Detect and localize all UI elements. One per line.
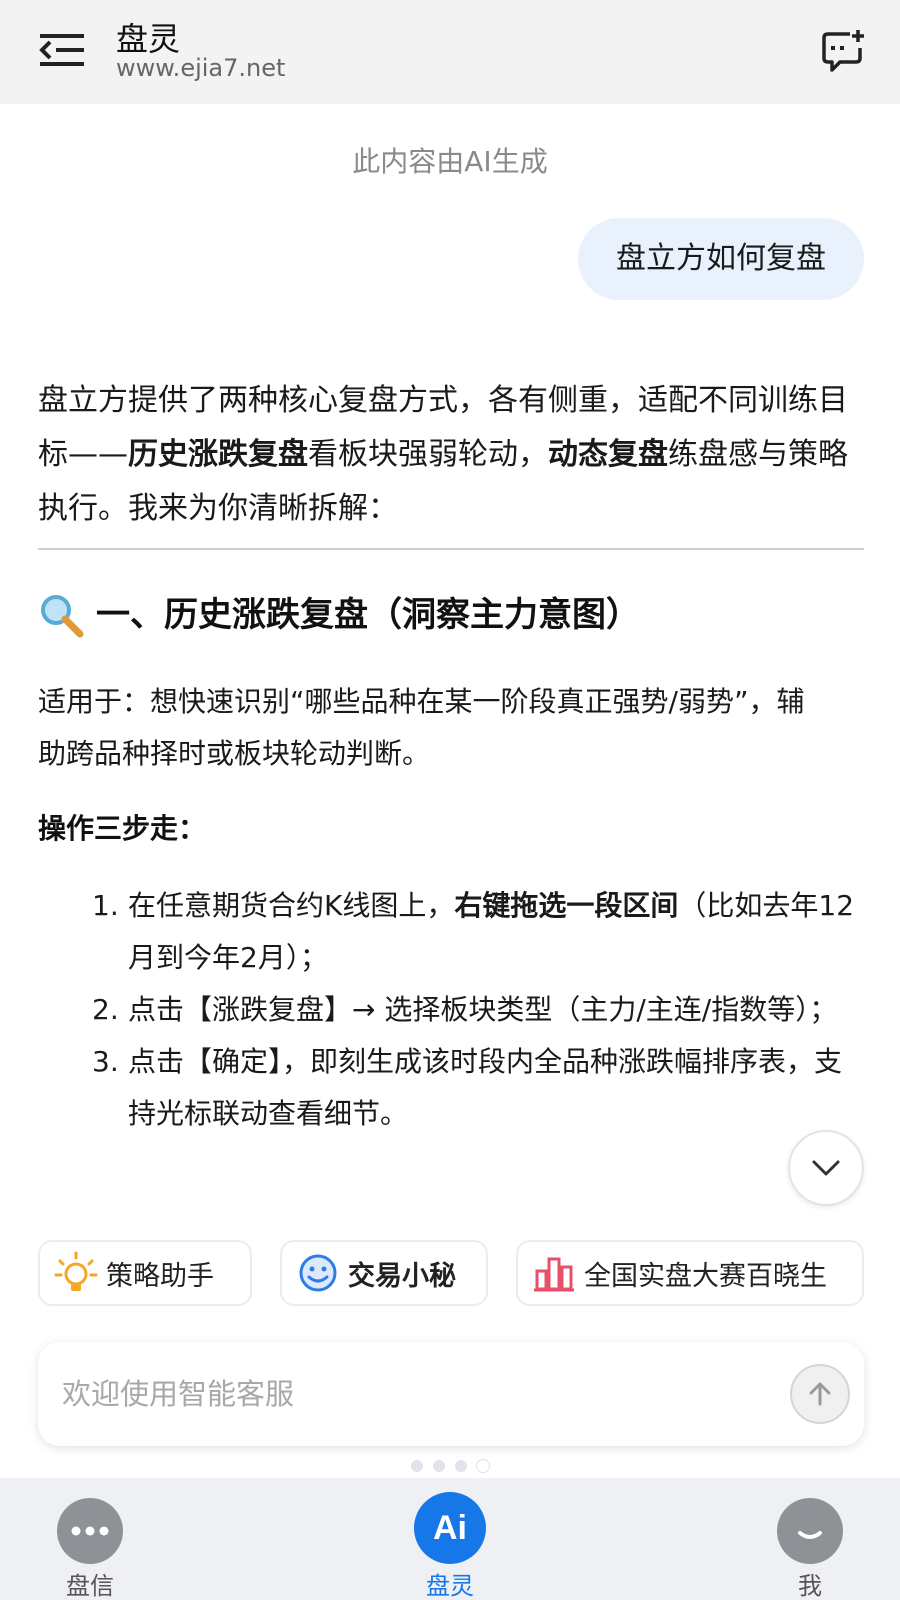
steps-list: 1. 在任意期货合约K线图上，右键拖选一段区间（比如去年12月到今年2月）； 2… (92, 880, 862, 1140)
page-indicator (0, 1460, 900, 1472)
magnifier-icon (41, 595, 84, 638)
intro-text-2: 看板块强弱轮动， (308, 437, 548, 472)
step-number: 1. (92, 889, 119, 922)
page-dot (433, 1460, 445, 1472)
bottom-nav: 盘信 Ai 盘灵 我 (0, 1478, 900, 1600)
menu-collapse-icon[interactable] (38, 28, 86, 72)
intro-bold-1: 历史涨跌复盘 (128, 437, 308, 472)
step-text-pre: 在任意期货合约K线图上， (128, 889, 455, 922)
answer-intro: 盘立方提供了两种核心复盘方式，各有侧重，适配不同训练目标——历史涨跌复盘看板块强… (38, 374, 866, 536)
chevron-down-icon (812, 1160, 840, 1176)
chip-label: 全国实盘大赛百晓生 (584, 1260, 827, 1292)
divider (38, 548, 864, 550)
ai-icon: Ai (414, 1492, 486, 1564)
step-text-bold: 右键拖选一段区间 (454, 889, 679, 922)
step-number: 3. (92, 1045, 119, 1078)
list-item: 1. 在任意期货合约K线图上，右键拖选一段区间（比如去年12月到今年2月）； (92, 880, 862, 984)
applies-text: 适用于：想快速识别“哪些品种在某一阶段真正强势/弱势”，辅助跨品种择时或板块轮动… (38, 685, 805, 770)
smile-bot-icon (299, 1254, 337, 1292)
section-title: 一、历史涨跌复盘（洞察主力意图） (38, 590, 866, 640)
nav-item-panling[interactable]: Ai 盘灵 (390, 1478, 510, 1600)
content-fade (0, 1140, 900, 1200)
lightbulb-icon (54, 1251, 98, 1291)
ai-icon-text: Ai (433, 1508, 467, 1547)
bar-chart-icon (534, 1257, 574, 1292)
nav-item-panxin[interactable]: 盘信 (30, 1478, 150, 1600)
step-text: 点击【确定】，即刻生成该时段内全品种涨跌幅排序表，支持光标联动查看细节。 (128, 1045, 843, 1130)
chip-strategy-assistant[interactable]: 策略助手 (38, 1240, 252, 1306)
profile-icon (777, 1498, 843, 1564)
step-text: 在任意期货合约K线图上，右键拖选一段区间（比如去年12月到今年2月）； (128, 880, 862, 984)
page-dot (411, 1460, 423, 1472)
arrow-up-icon (809, 1382, 831, 1406)
new-chat-icon[interactable] (820, 28, 868, 72)
list-item: 3. 点击【确定】，即刻生成该时段内全品种涨跌幅排序表，支持光标联动查看细节。 (92, 1036, 862, 1140)
page-dot-active (477, 1460, 489, 1472)
app-url: www.ejia7.net (116, 54, 286, 82)
page-dot (455, 1460, 467, 1472)
chip-trading-secretary[interactable]: 交易小秘 (280, 1240, 488, 1306)
top-bar: 盘灵 www.ejia7.net (0, 0, 900, 104)
chip-label: 交易小秘 (348, 1260, 456, 1292)
intro-bold-2: 动态复盘 (548, 437, 668, 472)
list-item: 2. 点击【涨跌复盘】→ 选择板块类型（主力/主连/指数等）； (92, 984, 862, 1036)
user-message-bubble: 盘立方如何复盘 (578, 218, 864, 300)
message-input-box (38, 1342, 864, 1446)
nav-label: 盘灵 (426, 1572, 474, 1600)
steps-title: 操作三步走： (38, 812, 207, 845)
nav-item-me[interactable]: 我 (750, 1478, 870, 1600)
send-button[interactable] (790, 1364, 850, 1424)
chip-label: 策略助手 (106, 1260, 214, 1292)
scroll-down-button[interactable] (788, 1130, 864, 1206)
step-text: 点击【涨跌复盘】→ 选择板块类型（主力/主连/指数等）； (128, 993, 838, 1026)
ai-generated-notice: 此内容由AI生成 (352, 145, 548, 178)
chip-contest-expert[interactable]: 全国实盘大赛百晓生 (516, 1240, 864, 1306)
message-input[interactable] (62, 1364, 742, 1424)
section-title-text: 一、历史涨跌复盘（洞察主力意图） (96, 595, 640, 635)
nav-label: 盘信 (66, 1572, 114, 1600)
nav-label: 我 (798, 1572, 822, 1600)
more-dots-icon (57, 1498, 123, 1564)
step-number: 2. (92, 993, 119, 1026)
